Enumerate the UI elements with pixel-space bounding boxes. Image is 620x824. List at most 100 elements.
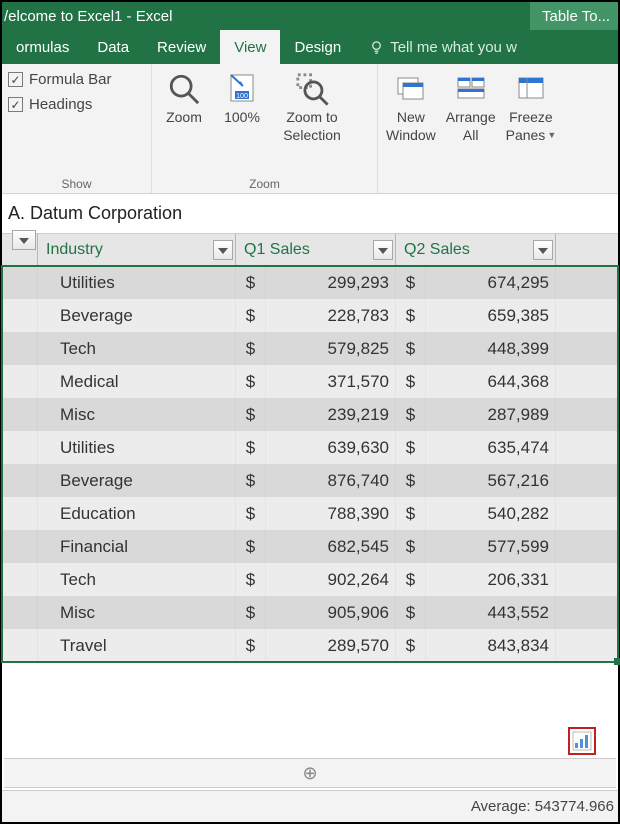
new-window-icon xyxy=(393,71,429,107)
cell-q2[interactable]: 448,399 xyxy=(426,332,556,365)
table-row[interactable]: Utilities$639,630$635,474 xyxy=(2,431,618,464)
cell-industry[interactable]: Beverage xyxy=(38,464,236,497)
cell-q1[interactable]: 228,783 xyxy=(266,299,396,332)
sheet-tab-bar: ⊕ xyxy=(4,758,616,788)
cell-q1[interactable]: 639,630 xyxy=(266,431,396,464)
table-row[interactable]: Utilities$299,293$674,295 xyxy=(2,266,618,299)
status-bar: Average: 543774.966 xyxy=(2,790,618,822)
table-row[interactable]: Medical$371,570$644,368 xyxy=(2,365,618,398)
cell-currency: $ xyxy=(236,497,266,530)
quick-analysis-button[interactable] xyxy=(568,727,596,755)
cell-q1[interactable]: 579,825 xyxy=(266,332,396,365)
cell-industry[interactable]: Tech xyxy=(38,332,236,365)
cell-industry[interactable]: Education xyxy=(38,497,236,530)
spreadsheet-grid[interactable]: Industry Q1 Sales Q2 Sales Utilities$299… xyxy=(2,234,618,662)
table-row[interactable]: Education$788,390$540,282 xyxy=(2,497,618,530)
table-row[interactable]: Beverage$228,783$659,385 xyxy=(2,299,618,332)
cell-q2[interactable]: 674,295 xyxy=(426,266,556,299)
zoom-button[interactable]: Zoom xyxy=(156,69,212,145)
filter-button-q1[interactable] xyxy=(373,240,393,260)
cell-q1[interactable]: 682,545 xyxy=(266,530,396,563)
tab-design[interactable]: Design xyxy=(280,30,355,64)
chevron-down-icon: ▼ xyxy=(547,130,556,140)
cell-industry[interactable]: Misc xyxy=(38,398,236,431)
cell-currency: $ xyxy=(236,530,266,563)
filter-button-industry[interactable] xyxy=(213,240,233,260)
cell-industry[interactable]: Travel xyxy=(38,629,236,662)
check-icon: ✓ xyxy=(8,97,23,112)
cell-industry[interactable]: Financial xyxy=(38,530,236,563)
tab-formulas[interactable]: ormulas xyxy=(2,30,83,64)
cell-q2[interactable]: 567,216 xyxy=(426,464,556,497)
cell-q1[interactable]: 289,570 xyxy=(266,629,396,662)
formula-bar-checkbox[interactable]: ✓ Formula Bar xyxy=(6,67,147,92)
cell-q1[interactable]: 371,570 xyxy=(266,365,396,398)
cell-currency: $ xyxy=(396,497,426,530)
status-average: Average: 543774.966 xyxy=(471,798,614,815)
tab-view[interactable]: View xyxy=(220,30,280,64)
table-row[interactable]: Tech$579,825$448,399 xyxy=(2,332,618,365)
fill-handle[interactable] xyxy=(614,658,620,665)
cell-currency: $ xyxy=(236,365,266,398)
cell-currency: $ xyxy=(396,299,426,332)
row-header-handle[interactable] xyxy=(2,234,38,265)
cell-industry[interactable]: Medical xyxy=(38,365,236,398)
cell-q1[interactable]: 239,219 xyxy=(266,398,396,431)
cell-currency: $ xyxy=(236,431,266,464)
arrange-all-button[interactable]: Arrange All xyxy=(442,69,500,145)
cell-q2[interactable]: 635,474 xyxy=(426,431,556,464)
column-header-q2[interactable]: Q2 Sales xyxy=(396,234,556,265)
row-handle xyxy=(2,332,38,365)
cell-q1[interactable]: 876,740 xyxy=(266,464,396,497)
cell-q2[interactable]: 443,552 xyxy=(426,596,556,629)
cell-industry[interactable]: Beverage xyxy=(38,299,236,332)
freeze-panes-button[interactable]: Freeze Panes ▼ xyxy=(502,69,561,145)
table-row[interactable]: Misc$239,219$287,989 xyxy=(2,398,618,431)
cell-currency: $ xyxy=(396,464,426,497)
headings-checkbox[interactable]: ✓ Headings xyxy=(6,92,147,117)
cell-industry[interactable]: Misc xyxy=(38,596,236,629)
cell-q1[interactable]: 299,293 xyxy=(266,266,396,299)
formula-bar-value: A. Datum Corporation xyxy=(8,203,182,224)
table-row[interactable]: Tech$902,264$206,331 xyxy=(2,563,618,596)
zoom-to-selection-button[interactable]: Zoom to Selection xyxy=(272,69,352,145)
tab-data[interactable]: Data xyxy=(83,30,143,64)
cell-q2[interactable]: 577,599 xyxy=(426,530,556,563)
ribbon-group-window: New Window Arrange All Freeze Panes xyxy=(378,64,608,193)
page-100-icon: 100 xyxy=(224,71,260,107)
cell-currency: $ xyxy=(396,266,426,299)
cell-industry[interactable]: Tech xyxy=(38,563,236,596)
tab-review[interactable]: Review xyxy=(143,30,220,64)
add-sheet-button[interactable]: ⊕ xyxy=(298,761,322,785)
column-header-q1[interactable]: Q1 Sales xyxy=(236,234,396,265)
cell-q2[interactable]: 206,331 xyxy=(426,563,556,596)
check-icon: ✓ xyxy=(8,72,23,87)
cell-currency: $ xyxy=(236,332,266,365)
cell-industry[interactable]: Utilities xyxy=(38,266,236,299)
table-row[interactable]: Beverage$876,740$567,216 xyxy=(2,464,618,497)
ribbon-group-zoom: Zoom 100 100% Zoom to Selection Zoom xyxy=(152,64,378,193)
filter-button-q2[interactable] xyxy=(533,240,553,260)
table-row[interactable]: Misc$905,906$443,552 xyxy=(2,596,618,629)
title-bar: /elcome to Excel1 - Excel Table To... xyxy=(2,2,618,30)
cell-q2[interactable]: 644,368 xyxy=(426,365,556,398)
cell-q2[interactable]: 540,282 xyxy=(426,497,556,530)
column-header-industry[interactable]: Industry xyxy=(38,234,236,265)
cell-q1[interactable]: 905,906 xyxy=(266,596,396,629)
row-handle xyxy=(2,365,38,398)
formula-bar[interactable]: A. Datum Corporation xyxy=(2,194,618,234)
table-row[interactable]: Financial$682,545$577,599 xyxy=(2,530,618,563)
cell-q1[interactable]: 902,264 xyxy=(266,563,396,596)
cell-q2[interactable]: 659,385 xyxy=(426,299,556,332)
cell-q2[interactable]: 287,989 xyxy=(426,398,556,431)
table-row[interactable]: Travel$289,570$843,834 xyxy=(2,629,618,662)
lightbulb-icon xyxy=(369,40,384,55)
new-window-button[interactable]: New Window xyxy=(382,69,440,145)
cell-industry[interactable]: Utilities xyxy=(38,431,236,464)
expand-filter-button[interactable] xyxy=(12,230,36,250)
tell-me-search[interactable]: Tell me what you w xyxy=(355,30,517,64)
cell-q1[interactable]: 788,390 xyxy=(266,497,396,530)
freeze-icon xyxy=(513,71,549,107)
zoom-100-button[interactable]: 100 100% xyxy=(214,69,270,145)
cell-q2[interactable]: 843,834 xyxy=(426,629,556,662)
